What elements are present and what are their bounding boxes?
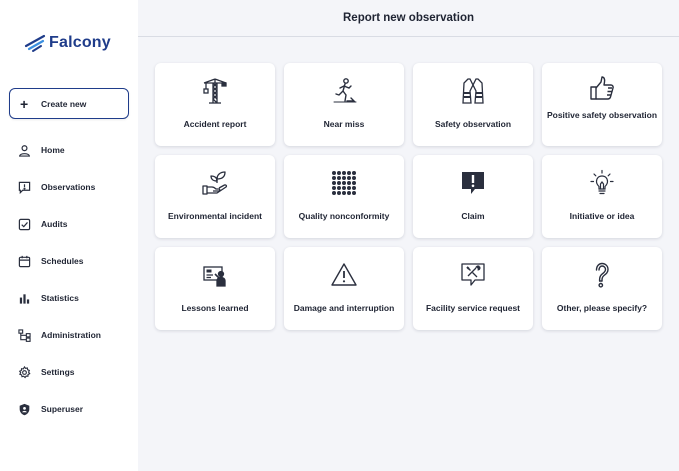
sidebar-item-schedules[interactable]: Schedules	[18, 251, 128, 271]
lightbulb-icon	[590, 169, 614, 195]
card-label: Quality nonconformity	[298, 211, 390, 221]
sidebar-item-audits[interactable]: Audits	[18, 214, 128, 234]
card-claim[interactable]: Claim	[413, 155, 533, 238]
falcony-logo-icon	[24, 34, 46, 52]
card-environmental-incident[interactable]: Environmental incident	[155, 155, 275, 238]
message-alert-icon	[18, 181, 31, 194]
card-label: Damage and interruption	[293, 303, 395, 313]
sidebar-item-label: Observations	[41, 182, 96, 192]
card-initiative-or-idea[interactable]: Initiative or idea	[542, 155, 662, 238]
gear-icon	[18, 365, 31, 378]
card-label: Initiative or idea	[569, 211, 635, 221]
page-title: Report new observation	[343, 12, 474, 24]
hierarchy-icon	[18, 328, 31, 342]
brand-name: Falcony	[49, 34, 111, 51]
sidebar-item-label: Schedules	[41, 256, 84, 266]
card-label: Claim	[461, 211, 485, 221]
bar-chart-icon	[19, 293, 30, 304]
sidebar-item-administration[interactable]: Administration	[18, 325, 128, 345]
safety-vest-icon	[462, 78, 484, 104]
sidebar-item-statistics[interactable]: Statistics	[18, 288, 128, 308]
create-new-label: Create new	[41, 98, 87, 109]
sidebar: Falcony + Create new Home Observations A…	[0, 0, 138, 471]
shield-icon	[19, 403, 30, 415]
card-label: Environmental incident	[168, 211, 262, 221]
warning-triangle-icon	[331, 263, 357, 286]
card-near-miss[interactable]: Near miss	[284, 63, 404, 146]
sidebar-item-label: Statistics	[41, 293, 79, 303]
checkbox-icon	[18, 218, 31, 230]
sidebar-item-superuser[interactable]: Superuser	[18, 399, 128, 419]
falcony-logo[interactable]: Falcony	[24, 33, 111, 53]
alert-message-icon	[462, 172, 484, 194]
presentation-icon	[203, 266, 226, 287]
card-label: Facility service request	[425, 303, 521, 313]
card-label: Other, please specify?	[556, 303, 648, 313]
sidebar-item-label: Audits	[41, 219, 68, 229]
card-lessons-learned[interactable]: Lessons learned	[155, 247, 275, 330]
hand-plant-icon	[202, 171, 228, 195]
sidebar-item-observations[interactable]: Observations	[18, 177, 128, 197]
thumbs-up-icon	[590, 76, 614, 100]
card-label: Accident report	[183, 119, 247, 129]
construction-crane-icon	[203, 78, 227, 104]
sidebar-item-label: Home	[41, 145, 65, 155]
dot-grid-icon	[332, 171, 356, 195]
sidebar-item-label: Administration	[41, 330, 101, 340]
card-other-please-specify[interactable]: Other, please specify?	[542, 247, 662, 330]
card-quality-nonconformity[interactable]: Quality nonconformity	[284, 155, 404, 238]
card-label: Near miss	[323, 119, 365, 129]
calendar-icon	[18, 255, 31, 267]
sidebar-item-home[interactable]: Home	[18, 140, 128, 160]
card-damage-and-interruption[interactable]: Damage and interruption	[284, 247, 404, 330]
card-label: Positive safety observation	[546, 110, 658, 120]
card-safety-observation[interactable]: Safety observation	[413, 63, 533, 146]
sidebar-item-label: Settings	[41, 367, 75, 377]
plus-icon: +	[20, 95, 29, 112]
sidebar-item-label: Superuser	[41, 404, 84, 414]
card-accident-report[interactable]: Accident report	[155, 63, 275, 146]
person-icon	[18, 144, 31, 157]
card-label: Lessons learned	[181, 303, 249, 313]
stumbling-person-icon	[333, 78, 357, 103]
question-mark-icon	[595, 262, 609, 288]
tools-message-icon	[461, 263, 485, 286]
card-facility-service-request[interactable]: Facility service request	[413, 247, 533, 330]
sidebar-item-settings[interactable]: Settings	[18, 362, 128, 382]
card-positive-safety-observation[interactable]: Positive safety observation	[542, 63, 662, 146]
page-header: Report new observation	[138, 0, 679, 37]
card-label: Safety observation	[434, 119, 512, 129]
create-new-button[interactable]: + Create new	[9, 88, 129, 119]
